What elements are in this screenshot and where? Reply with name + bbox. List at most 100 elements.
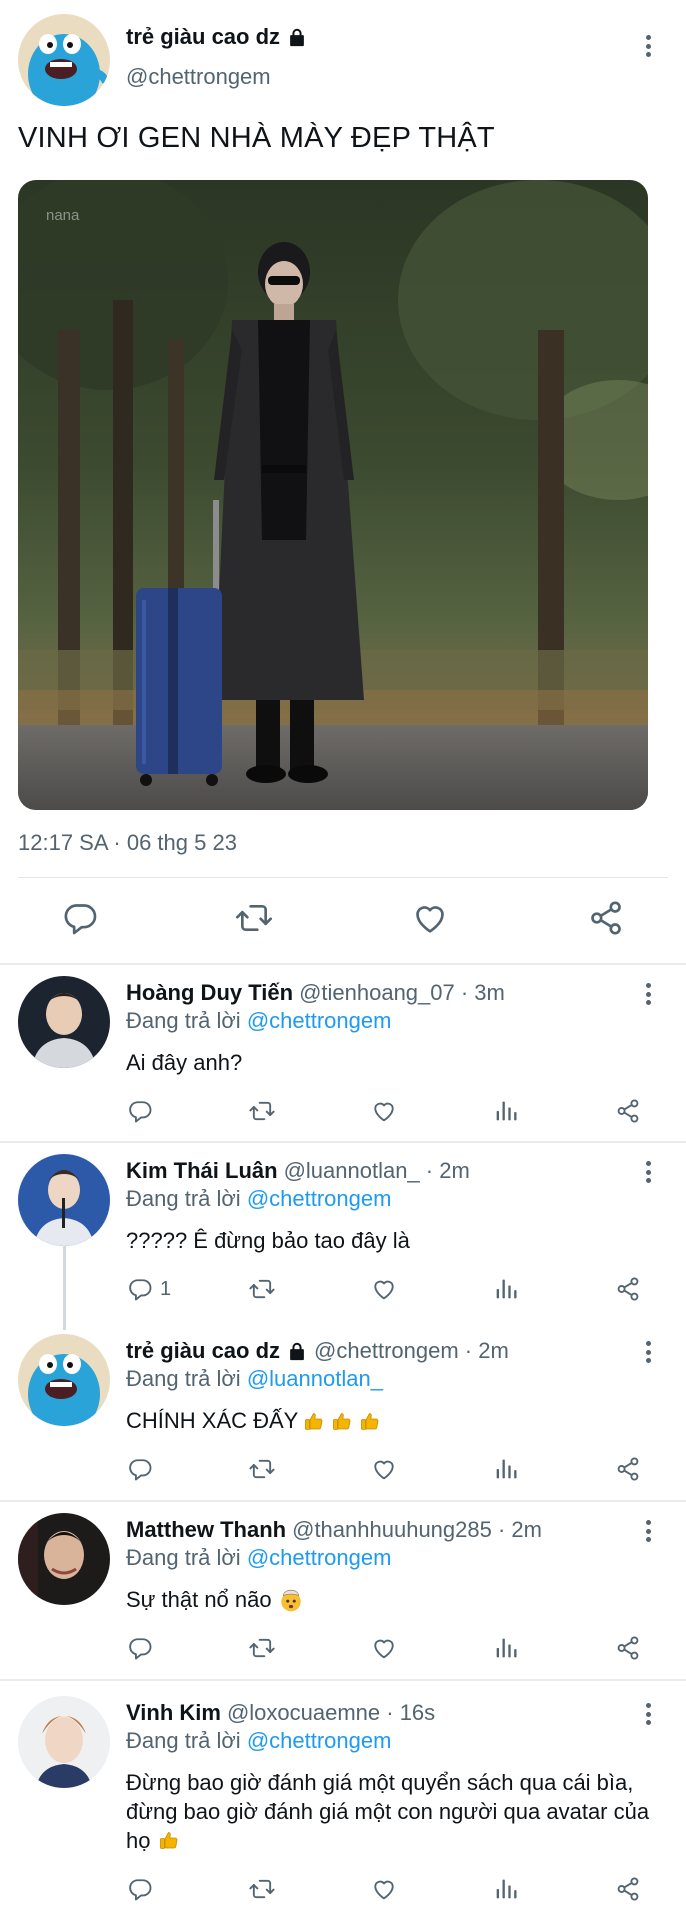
more-options-icon[interactable] — [638, 1158, 658, 1186]
reply-author-handle[interactable]: @loxocuaemne · 16s — [227, 1700, 435, 1726]
share-icon[interactable] — [614, 1633, 642, 1663]
reply-actions: 1 — [0, 1274, 686, 1306]
replying-mention[interactable]: @chettrongem — [247, 1728, 392, 1753]
replying-mention[interactable]: @chettrongem — [247, 1545, 392, 1570]
share-icon[interactable] — [614, 1874, 642, 1904]
mind-blown-emoji-icon — [278, 1587, 304, 1613]
views-icon[interactable] — [492, 1874, 520, 1904]
replying-prefix: Đang trả lời — [126, 1728, 241, 1753]
reply-text-row: Sự thật nổ não — [126, 1585, 666, 1614]
views-icon[interactable] — [492, 1274, 520, 1304]
like-icon[interactable] — [370, 1274, 398, 1304]
replying-to: Đang trả lời @chettrongem — [126, 1186, 391, 1212]
reply-icon[interactable] — [126, 1096, 160, 1126]
tweet-photo[interactable]: nana — [18, 180, 648, 810]
author-avatar[interactable] — [18, 14, 110, 106]
reply-header: Kim Thái Luân @luannotlan_ · 2m — [126, 1158, 470, 1184]
thumbs-up-icon — [358, 1409, 382, 1433]
reply-text: ????? Ê đừng bảo tao đây là — [126, 1228, 410, 1253]
share-icon[interactable] — [586, 898, 626, 938]
replying-mention[interactable]: @chettrongem — [247, 1186, 392, 1211]
divider — [0, 1679, 686, 1681]
retweet-icon[interactable] — [248, 1454, 276, 1484]
like-icon[interactable] — [370, 1874, 398, 1904]
reply-actions — [0, 1874, 686, 1906]
like-icon[interactable] — [370, 1454, 398, 1484]
like-icon[interactable] — [410, 898, 450, 938]
reply-item[interactable]: Matthew Thanh @thanhhuuhung285 · 2m Đang… — [0, 1503, 686, 1679]
reply-icon[interactable] — [126, 1874, 160, 1904]
lock-icon — [286, 26, 308, 48]
replying-to: Đang trả lời @chettrongem — [126, 1545, 391, 1571]
reply-author-name[interactable]: Hoàng Duy Tiến — [126, 980, 293, 1006]
reply-author-handle[interactable]: @thanhhuuhung285 · 2m — [292, 1517, 542, 1543]
thumbs-up-icon — [330, 1409, 354, 1433]
reply-item[interactable]: Vinh Kim @loxocuaemne · 16s Đang trả lời… — [0, 1682, 686, 1920]
more-options-icon[interactable] — [638, 980, 658, 1008]
share-icon[interactable] — [614, 1454, 642, 1484]
avatar[interactable] — [18, 1154, 110, 1246]
reply-author-handle[interactable]: @luannotlan_ · 2m — [284, 1158, 470, 1184]
reply-item[interactable]: Hoàng Duy Tiến @tienhoang_07 · 3m Đang t… — [0, 966, 686, 1141]
reply-header: Matthew Thanh @thanhhuuhung285 · 2m — [126, 1517, 542, 1543]
share-icon[interactable] — [614, 1274, 642, 1304]
retweet-icon[interactable] — [248, 1633, 276, 1663]
reply-icon[interactable] — [126, 1633, 160, 1663]
tweet-text: VINH ƠI GEN NHÀ MÀY ĐẸP THẬT — [18, 122, 495, 154]
reply-actions — [0, 1096, 686, 1128]
reply-item[interactable]: Kim Thái Luân @luannotlan_ · 2m Đang trả… — [0, 1144, 686, 1324]
reply-author-name[interactable]: Vinh Kim — [126, 1700, 221, 1726]
like-icon[interactable] — [370, 1633, 398, 1663]
divider — [0, 1141, 686, 1143]
thread-connector — [63, 1246, 66, 1330]
retweet-icon[interactable] — [248, 1096, 276, 1126]
more-options-icon[interactable] — [638, 1700, 658, 1728]
reply-icon[interactable] — [126, 1454, 160, 1484]
reply-text-row: CHÍNH XÁC ĐẤY — [126, 1406, 666, 1435]
divider — [18, 877, 668, 878]
reply-header: trẻ giàu cao dz @chettrongem · 2m — [126, 1338, 509, 1364]
reply-icon[interactable] — [60, 898, 100, 938]
more-options-icon[interactable] — [638, 32, 658, 60]
retweet-icon[interactable] — [234, 898, 274, 938]
reply-text: Sự thật nổ não — [126, 1587, 272, 1612]
replying-to: Đang trả lời @chettrongem — [126, 1728, 391, 1754]
reply-author-name[interactable]: Kim Thái Luân — [126, 1158, 278, 1184]
reply-icon[interactable]: 1 — [126, 1274, 171, 1304]
lock-icon — [286, 1340, 308, 1362]
reply-author-handle[interactable]: @chettrongem · 2m — [314, 1338, 509, 1364]
reply-text: CHÍNH XÁC ĐẤY — [126, 1408, 299, 1433]
avatar[interactable] — [18, 1334, 110, 1426]
avatar[interactable] — [18, 976, 110, 1068]
like-icon[interactable] — [370, 1096, 398, 1126]
reply-item[interactable]: trẻ giàu cao dz @chettrongem · 2m Đang t… — [0, 1324, 686, 1500]
views-icon[interactable] — [492, 1096, 520, 1126]
reply-actions — [0, 1633, 686, 1665]
reply-text: Ai đây anh? — [126, 1050, 243, 1075]
reply-actions — [0, 1454, 686, 1486]
author-name[interactable]: trẻ giàu cao dz — [126, 24, 308, 50]
share-icon[interactable] — [614, 1096, 642, 1126]
replying-mention[interactable]: @chettrongem — [247, 1008, 392, 1033]
replying-prefix: Đang trả lời — [126, 1008, 241, 1033]
retweet-icon[interactable] — [248, 1274, 276, 1304]
reply-author-name[interactable]: Matthew Thanh — [126, 1517, 286, 1543]
reply-author-handle[interactable]: @tienhoang_07 · 3m — [299, 980, 505, 1006]
avatar[interactable] — [18, 1513, 110, 1605]
author-name-text[interactable]: trẻ giàu cao dz — [126, 24, 280, 50]
author-handle[interactable]: @chettrongem — [126, 64, 271, 90]
avatar[interactable] — [18, 1696, 110, 1788]
views-icon[interactable] — [492, 1633, 520, 1663]
more-options-icon[interactable] — [638, 1517, 658, 1545]
reply-author-name[interactable]: trẻ giàu cao dz — [126, 1338, 280, 1364]
replying-prefix: Đang trả lời — [126, 1186, 241, 1211]
replying-mention[interactable]: @luannotlan_ — [247, 1366, 383, 1391]
views-icon[interactable] — [492, 1454, 520, 1484]
retweet-icon[interactable] — [248, 1874, 276, 1904]
thumbs-up-icon — [302, 1409, 326, 1433]
replying-to: Đang trả lời @luannotlan_ — [126, 1366, 383, 1392]
tweet-timestamp[interactable]: 12:17 SA · 06 thg 5 23 — [18, 830, 237, 856]
divider — [0, 963, 686, 965]
more-options-icon[interactable] — [638, 1338, 658, 1366]
divider — [0, 1500, 686, 1502]
